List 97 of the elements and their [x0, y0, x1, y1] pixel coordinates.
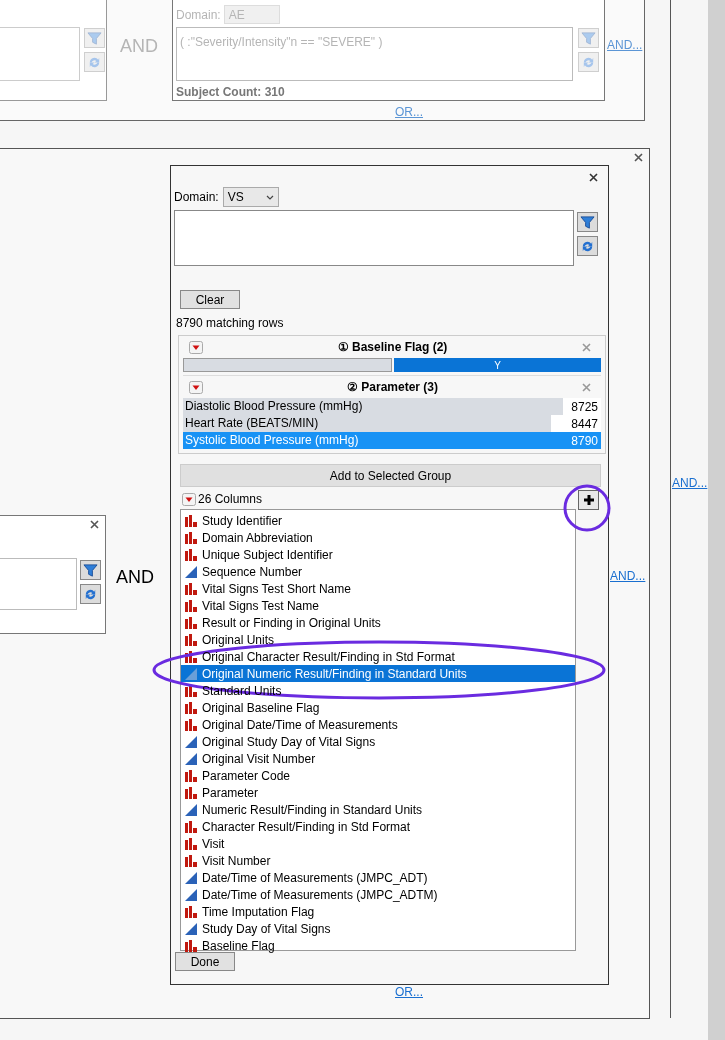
column-item[interactable]: Date/Time of Measurements (JMPC_ADT): [181, 869, 575, 886]
filter-title: ② Parameter (3): [345, 379, 439, 396]
column-item[interactable]: Original Numeric Result/Finding in Standard Units: [181, 665, 575, 682]
column-item[interactable]: Parameter: [181, 784, 575, 801]
chevron-icon: [265, 194, 274, 200]
bar-chart-icon: [185, 548, 197, 561]
close-icon[interactable]: [90, 520, 99, 529]
bar-chart-icon: [185, 718, 197, 731]
column-item[interactable]: Vital Signs Test Short Name: [181, 580, 575, 597]
column-item[interactable]: Original Character Result/Finding in Std Format: [181, 648, 575, 665]
bar-chart-icon: [185, 650, 197, 663]
column-item[interactable]: Study Day of Vital Signs: [181, 920, 575, 937]
triangle-icon: [185, 871, 197, 884]
funnel-icon: [87, 30, 102, 46]
subject-count: Subject Count: 310: [176, 84, 285, 101]
filter-title: ① Baseline Flag (2): [336, 339, 449, 356]
column-item[interactable]: Domain Abbreviation: [181, 529, 575, 546]
bar-chart-icon: [185, 531, 197, 544]
domain-label: Domain:: [174, 189, 219, 206]
funnel-icon: [83, 562, 98, 578]
operator-label: AND: [120, 35, 158, 58]
bar-chart-icon: [185, 854, 197, 867]
column-item[interactable]: Original Study Day of Vital Signs: [181, 733, 575, 750]
triangle-icon: [185, 888, 197, 901]
column-item[interactable]: Parameter Code: [181, 767, 575, 784]
add-to-group-button[interactable]: Add to Selected Group: [180, 464, 601, 487]
triangle-icon: [185, 735, 197, 748]
close-icon[interactable]: [589, 173, 598, 182]
column-item[interactable]: Sequence Number: [181, 563, 575, 580]
filter-bar[interactable]: Y: [394, 358, 601, 372]
column-item[interactable]: Visit Number: [181, 852, 575, 869]
columns-header: 26 Columns: [198, 491, 263, 508]
domain-select[interactable]: VS: [222, 187, 279, 207]
filter-button[interactable]: [80, 560, 101, 580]
column-item[interactable]: Baseline Flag: [181, 937, 575, 954]
menu-icon[interactable]: [189, 380, 203, 394]
bar-chart-icon: [185, 837, 197, 850]
menu-icon[interactable]: [182, 492, 196, 506]
filter-count: 8447: [571, 415, 599, 433]
bar-chart-icon: [185, 905, 197, 918]
column-item[interactable]: Result or Finding in Original Units: [181, 614, 575, 631]
funnel-icon: [580, 214, 595, 230]
column-item[interactable]: Visit: [181, 835, 575, 852]
filter-row[interactable]: Heart Rate (BEATS/MIN) 8447: [183, 415, 601, 432]
filter-count: 8790: [571, 432, 599, 450]
bar-chart-icon: [185, 582, 197, 595]
bar-chart-icon: [185, 616, 197, 629]
close-icon[interactable]: [634, 153, 643, 162]
scrollbar-track[interactable]: [708, 0, 725, 1040]
menu-icon[interactable]: [189, 340, 203, 354]
column-item[interactable]: Original Visit Number: [181, 750, 575, 767]
plus-icon: [582, 494, 595, 506]
column-item[interactable]: Time Imputation Flag: [181, 903, 575, 920]
bar-chart-icon: [185, 701, 197, 714]
filter-count: 8725: [571, 398, 599, 416]
column-item[interactable]: Numeric Result/Finding in Standard Units: [181, 801, 575, 818]
bar-chart-icon: [185, 939, 197, 952]
or-link[interactable]: OR...: [395, 983, 423, 1001]
filter-label: Heart Rate (BEATS/MIN): [184, 415, 320, 432]
bar-chart-icon: [185, 514, 197, 527]
triangle-icon: [185, 922, 197, 935]
domain-label: Domain:: [176, 6, 221, 24]
highlight-ring: [562, 483, 612, 533]
refresh-button[interactable]: [80, 584, 101, 604]
column-item[interactable]: Original Baseline Flag: [181, 699, 575, 716]
refresh-button[interactable]: [577, 236, 598, 256]
clear-button[interactable]: Clear: [180, 290, 240, 309]
add-button[interactable]: [578, 490, 599, 510]
and-link[interactable]: AND...: [610, 567, 646, 585]
funnel-icon: [581, 30, 596, 46]
bar-chart-icon: [185, 684, 197, 697]
bar-chart-icon: [185, 769, 197, 782]
column-item[interactable]: Date/Time of Measurements (JMPC_ADTM): [181, 886, 575, 903]
filter-label: Systolic Blood Pressure (mmHg): [184, 432, 360, 449]
bar-chart-icon: [185, 633, 197, 646]
triangle-icon: [185, 667, 197, 680]
done-button[interactable]: Done: [175, 952, 235, 971]
expression-field[interactable]: [174, 210, 574, 266]
column-item[interactable]: Original Date/Time of Measurements: [181, 716, 575, 733]
and-link[interactable]: AND...: [672, 474, 708, 492]
matching-rows: 8790 matching rows: [176, 314, 605, 332]
filter-label: Diastolic Blood Pressure (mmHg): [184, 398, 364, 415]
bar-chart-icon: [185, 786, 197, 799]
triangle-icon: [185, 565, 197, 578]
column-item[interactable]: Study Identifier: [181, 512, 575, 529]
column-item[interactable]: Unique Subject Identifier: [181, 546, 575, 563]
filter-row[interactable]: Diastolic Blood Pressure (mmHg) 8725: [183, 398, 601, 415]
expression-field[interactable]: [0, 558, 77, 610]
filter-button[interactable]: [577, 212, 598, 232]
column-item[interactable]: Original Units: [181, 631, 575, 648]
column-item[interactable]: Character Result/Finding in Std Format: [181, 818, 575, 835]
operator-label: AND: [116, 566, 154, 589]
triangle-icon: [185, 752, 197, 765]
triangle-icon: [185, 803, 197, 816]
bar-chart-icon: [185, 599, 197, 612]
bar-chart-icon: [185, 820, 197, 833]
column-item[interactable]: Vital Signs Test Name: [181, 597, 575, 614]
